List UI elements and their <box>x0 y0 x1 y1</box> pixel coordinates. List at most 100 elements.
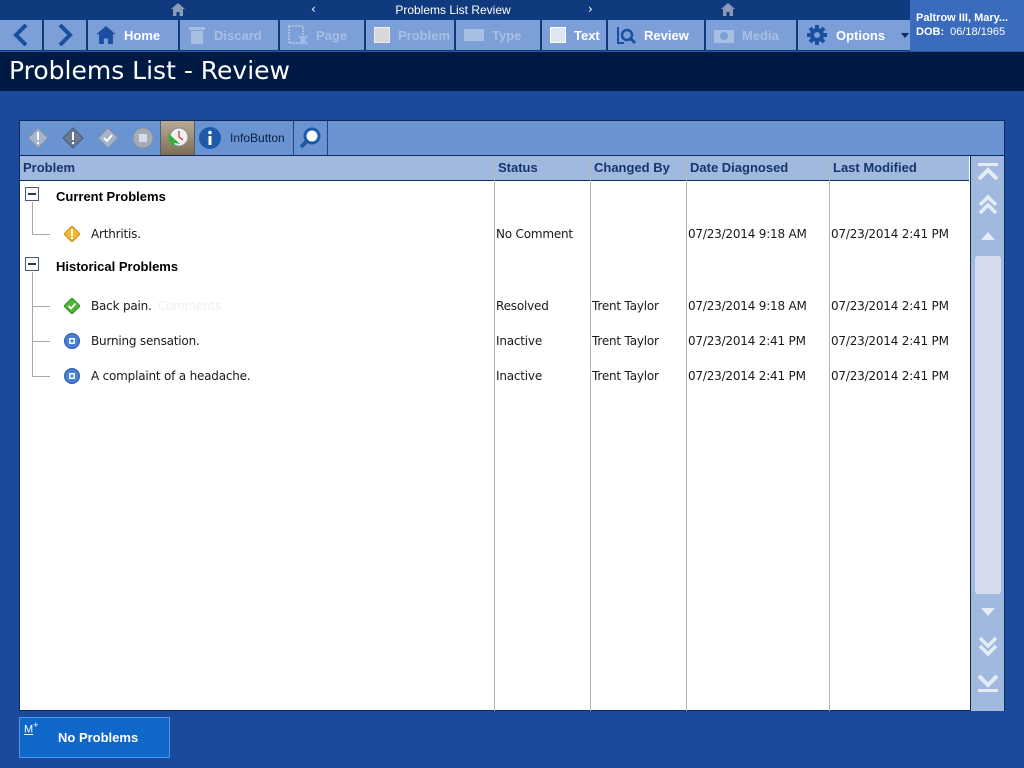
filter-all-button[interactable] <box>20 121 55 155</box>
scroll-top-icon <box>977 163 999 181</box>
collapse-current-problems-toggle[interactable] <box>25 187 39 201</box>
problem-date-diagnosed: 07/23/2014 2:41 PM <box>688 334 806 348</box>
page-title: Problems List - Review <box>0 51 1024 91</box>
vertical-scrollbar[interactable] <box>970 156 1004 711</box>
problem-status: Inactive <box>496 369 543 383</box>
problem-name: Back pain. Comments <box>91 299 221 313</box>
scroll-bottom-icon <box>977 674 999 692</box>
patient-name: Paltrow III, Mary... <box>916 12 1009 24</box>
patient-banner[interactable]: Paltrow III, Mary... DOB: 06/18/1965 <box>910 0 1024 51</box>
checkbox-icon <box>550 27 566 43</box>
column-header-date-diagnosed[interactable]: Date Diagnosed <box>690 160 788 175</box>
discard-button[interactable]: Discard <box>180 20 280 50</box>
problem-name: A complaint of a headache. <box>91 369 251 383</box>
problem-changed-by: Trent Taylor <box>592 369 659 383</box>
gear-icon <box>807 25 827 45</box>
problem-last-modified: 07/23/2014 2:41 PM <box>831 369 949 383</box>
problem-name: Arthritis. <box>91 227 141 241</box>
line-up-button[interactable] <box>976 224 1000 248</box>
text-label: Text <box>574 27 600 43</box>
scroll-bottom-button[interactable] <box>976 670 1000 694</box>
media-button[interactable]: Media <box>706 20 798 50</box>
home-icon[interactable] <box>171 3 185 16</box>
resolved-check-icon <box>64 298 80 314</box>
page-button[interactable]: Page <box>280 20 366 50</box>
problem-last-modified: 07/23/2014 2:41 PM <box>831 334 949 348</box>
tree-line <box>32 341 50 342</box>
back-button[interactable] <box>0 20 44 50</box>
check-diamond-icon <box>96 127 119 149</box>
filter-inactive-button[interactable] <box>125 121 160 155</box>
inactive-circle-icon <box>64 333 80 349</box>
filter-resolved-button[interactable] <box>90 121 125 155</box>
group-header-historical-problems: Historical Problems <box>56 259 179 274</box>
type-button[interactable]: Type <box>456 20 542 50</box>
column-header-problem[interactable]: Problem <box>23 160 75 175</box>
home-icon[interactable] <box>721 3 735 16</box>
breadcrumb-prev-button[interactable]: ‹ <box>311 2 316 16</box>
line-up-icon <box>981 232 995 240</box>
inactive-circle-icon <box>132 127 153 149</box>
breadcrumb-title: Problems List Review <box>395 3 511 17</box>
media-label: Media <box>742 27 779 43</box>
home-button[interactable]: Home <box>88 20 180 50</box>
keyboard-icon <box>464 29 484 41</box>
comment-hint: Comments <box>157 299 222 313</box>
search-button[interactable] <box>294 121 328 155</box>
review-button[interactable]: Review <box>608 20 706 50</box>
info-button-label: InfoButton <box>230 131 285 145</box>
problem-last-modified: 07/23/2014 2:41 PM <box>831 299 949 313</box>
type-label: Type <box>492 27 522 43</box>
problem-changed-by: Trent Taylor <box>592 334 659 348</box>
checkbox-icon <box>374 27 390 43</box>
tree-line <box>32 306 50 307</box>
home-label: Home <box>124 27 161 43</box>
warning-diamond-icon <box>64 226 80 242</box>
scrollbar-thumb[interactable] <box>975 256 1001 594</box>
no-problems-button[interactable]: M+ No Problems <box>19 717 170 758</box>
options-button[interactable]: Options <box>798 20 910 50</box>
column-header-changed-by[interactable]: Changed By <box>594 160 670 175</box>
problem-name: Burning sensation. <box>91 334 200 348</box>
info-button[interactable]: InfoButton <box>195 121 294 155</box>
discard-label: Discard <box>214 27 262 43</box>
group-header-current-problems: Current Problems <box>56 189 166 204</box>
problems-panel: InfoButton Problem Status Changed By Dat… <box>19 120 1005 711</box>
scroll-top-button[interactable] <box>976 161 1000 185</box>
line-down-button[interactable] <box>976 600 1000 624</box>
panel-toolbar: InfoButton <box>20 121 1004 156</box>
column-header-status[interactable]: Status <box>498 160 538 175</box>
review-label: Review <box>644 27 689 43</box>
page-up-button[interactable] <box>976 193 1000 217</box>
problem-status: Resolved <box>496 299 549 313</box>
filter-active-button[interactable] <box>55 121 90 155</box>
column-divider <box>590 156 591 711</box>
breadcrumb-next-button[interactable]: › <box>588 2 593 16</box>
column-divider <box>686 156 687 711</box>
problem-button[interactable]: Problem <box>366 20 456 50</box>
tree-line <box>32 376 50 377</box>
problem-label: Problem <box>398 27 451 43</box>
tree-line <box>32 202 33 234</box>
problem-name-text: Back pain. <box>91 299 152 313</box>
mnemonic-icon: M+ <box>24 720 39 736</box>
page-x-icon <box>288 25 308 45</box>
options-label: Options <box>836 27 886 43</box>
info-icon <box>199 127 221 149</box>
mnemonic-letter: M <box>24 723 34 736</box>
review-search-icon <box>617 27 636 45</box>
problem-date-diagnosed: 07/23/2014 2:41 PM <box>688 369 806 383</box>
page-label: Page <box>316 27 348 43</box>
filter-history-button[interactable] <box>160 121 195 155</box>
column-header-last-modified[interactable]: Last Modified <box>833 160 917 175</box>
text-button[interactable]: Text <box>542 20 608 50</box>
collapse-historical-problems-toggle[interactable] <box>25 257 39 271</box>
caret-down-icon <box>901 32 910 38</box>
dob-label: DOB: <box>916 26 945 38</box>
forward-button[interactable] <box>44 20 88 50</box>
chevron-right-icon <box>58 24 73 46</box>
patient-dob: DOB: 06/18/1965 <box>916 25 1024 39</box>
trash-icon <box>189 27 205 44</box>
inactive-circle-icon <box>64 368 80 384</box>
page-down-button[interactable] <box>976 634 1000 658</box>
